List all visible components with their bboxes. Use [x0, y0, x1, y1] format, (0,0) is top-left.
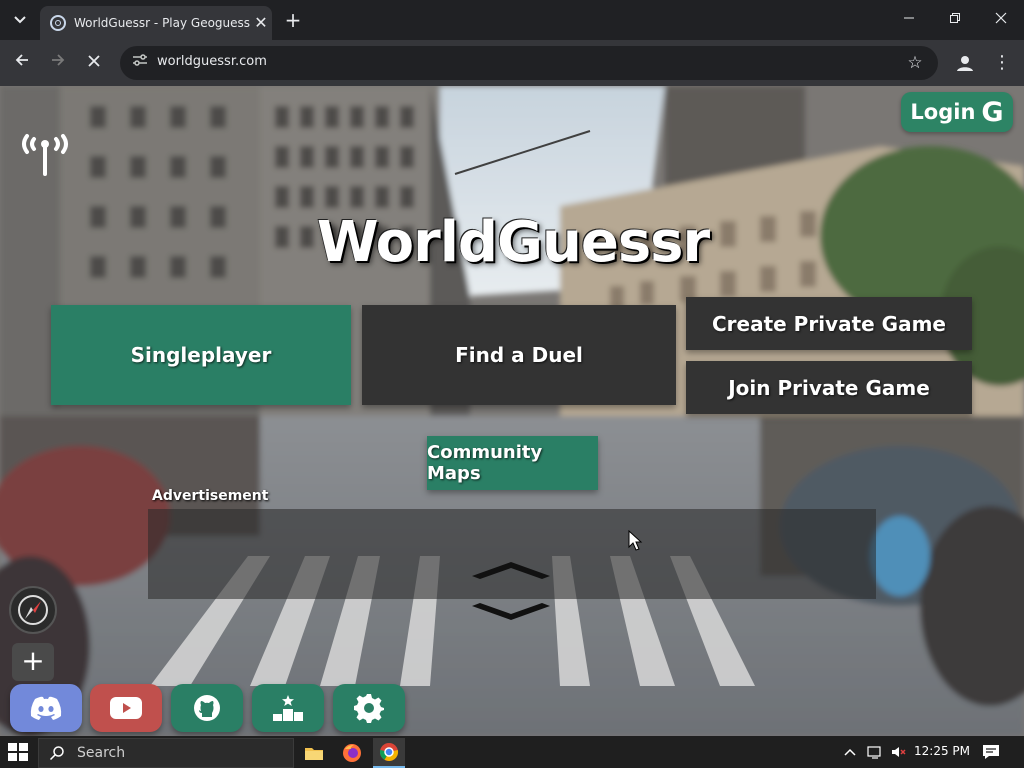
- url-text[interactable]: worldguessr.com: [157, 54, 267, 69]
- tab-close-icon[interactable]: ✕: [252, 14, 270, 32]
- window-restore-icon[interactable]: [943, 8, 967, 32]
- new-tab-plus-icon[interactable]: +: [282, 9, 304, 31]
- profile-avatar-icon[interactable]: [954, 52, 976, 74]
- create-private-game-button[interactable]: Create Private Game: [686, 297, 972, 350]
- page-title: WorldGuessr: [316, 210, 710, 275]
- compass-icon[interactable]: [9, 586, 57, 634]
- youtube-icon: [110, 697, 142, 719]
- taskbar-clock[interactable]: 12:25 PM: [914, 744, 970, 758]
- stop-loading-icon[interactable]: [82, 51, 106, 75]
- find-duel-button[interactable]: Find a Duel: [362, 305, 676, 405]
- mouse-cursor-icon: [628, 530, 643, 551]
- discord-icon: [30, 696, 62, 720]
- back-arrow-icon[interactable]: [10, 51, 34, 75]
- join-private-game-button[interactable]: Join Private Game: [686, 361, 972, 414]
- browser-tab-worldguessr[interactable]: WorldGuessr - Play Geoguessr Free ✕: [40, 6, 272, 40]
- leaderboard-button[interactable]: [252, 684, 324, 732]
- firefox-icon[interactable]: [336, 738, 368, 768]
- tab-title: WorldGuessr - Play Geoguessr Free: [74, 16, 250, 30]
- street-nav-arrows-icon[interactable]: [466, 556, 556, 626]
- community-maps-button[interactable]: Community Maps: [427, 436, 598, 490]
- search-icon: [49, 746, 64, 761]
- windows-start-icon[interactable]: [6, 741, 30, 763]
- browser-menu-kebab-icon[interactable]: ⋮: [992, 52, 1012, 74]
- tab-search-chevron-icon[interactable]: [8, 8, 32, 32]
- file-explorer-icon[interactable]: [298, 738, 330, 768]
- site-info-tune-icon[interactable]: [128, 51, 152, 75]
- forward-arrow-icon[interactable]: [46, 51, 70, 75]
- login-label: Login: [910, 100, 976, 124]
- search-placeholder: Search: [77, 745, 126, 761]
- zoom-in-button[interactable]: +: [12, 643, 54, 681]
- tray-overflow-chevron-icon[interactable]: [842, 744, 858, 760]
- notifications-icon[interactable]: [982, 744, 1000, 760]
- game-viewport[interactable]: Login G WorldGuessr Singleplayer Find a …: [0, 86, 1024, 736]
- login-button[interactable]: Login G: [901, 92, 1013, 132]
- chrome-icon[interactable]: [373, 738, 405, 768]
- github-button[interactable]: [171, 684, 243, 732]
- github-icon: [194, 695, 220, 721]
- volume-muted-icon[interactable]: [890, 744, 908, 760]
- settings-gear-icon: [354, 694, 384, 723]
- advertisement-label: Advertisement: [152, 488, 269, 504]
- taskbar-search-box[interactable]: Search: [38, 738, 294, 768]
- network-icon[interactable]: [866, 744, 884, 760]
- bookmark-star-icon[interactable]: ☆: [904, 52, 926, 74]
- singleplayer-button[interactable]: Singleplayer: [51, 305, 351, 405]
- signal-tower-icon[interactable]: [18, 128, 72, 178]
- google-g-icon: G: [981, 96, 1004, 128]
- discord-button[interactable]: [10, 684, 82, 732]
- settings-button[interactable]: [333, 684, 405, 732]
- window-close-icon[interactable]: [989, 8, 1013, 32]
- globe-favicon-icon: [50, 15, 66, 31]
- leaderboard-icon: [273, 695, 303, 721]
- window-minimize-icon[interactable]: [897, 8, 921, 32]
- youtube-button[interactable]: [90, 684, 162, 732]
